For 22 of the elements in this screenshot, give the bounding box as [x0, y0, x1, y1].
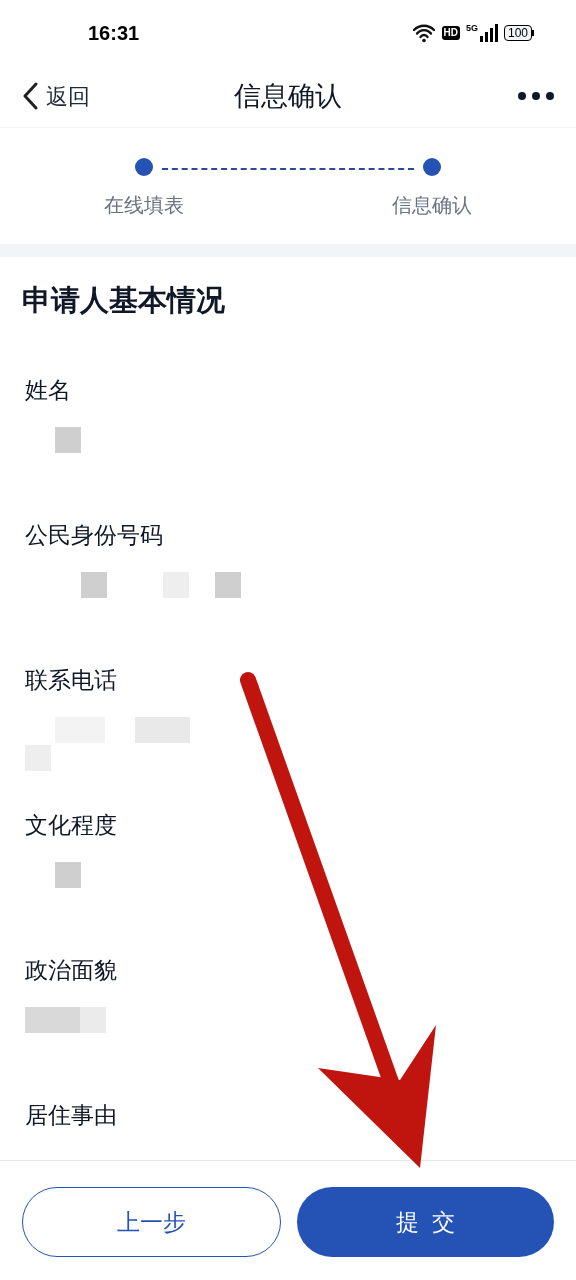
page-title: 信息确认: [234, 79, 342, 113]
field-label: 政治面貌: [25, 955, 118, 985]
redacted-value: [55, 427, 81, 453]
section-title: 申请人基本情况: [22, 283, 226, 318]
back-button[interactable]: 返回: [22, 79, 142, 113]
field-label: 居住事由: [25, 1100, 118, 1130]
redacted-value: [55, 862, 81, 888]
step-label: 信息确认: [392, 193, 472, 218]
status-time: 16:31: [88, 20, 140, 46]
field-label: 公民身份号码: [25, 520, 164, 550]
network-type: 5G: [465, 23, 478, 33]
hd-badge: HD: [441, 25, 460, 40]
step-label: 在线填表: [104, 193, 184, 218]
back-icon: [22, 82, 38, 110]
secondary-button[interactable]: 上一步: [22, 1187, 281, 1257]
field-label: 文化程度: [25, 810, 118, 840]
primary-button[interactable]: 提 交: [297, 1187, 554, 1257]
field-label: 联系电话: [25, 665, 118, 695]
signal-icon: [479, 23, 498, 42]
field-label: 姓名: [25, 375, 72, 405]
wifi-icon: [411, 22, 436, 43]
battery-indicator: 100: [503, 24, 532, 41]
